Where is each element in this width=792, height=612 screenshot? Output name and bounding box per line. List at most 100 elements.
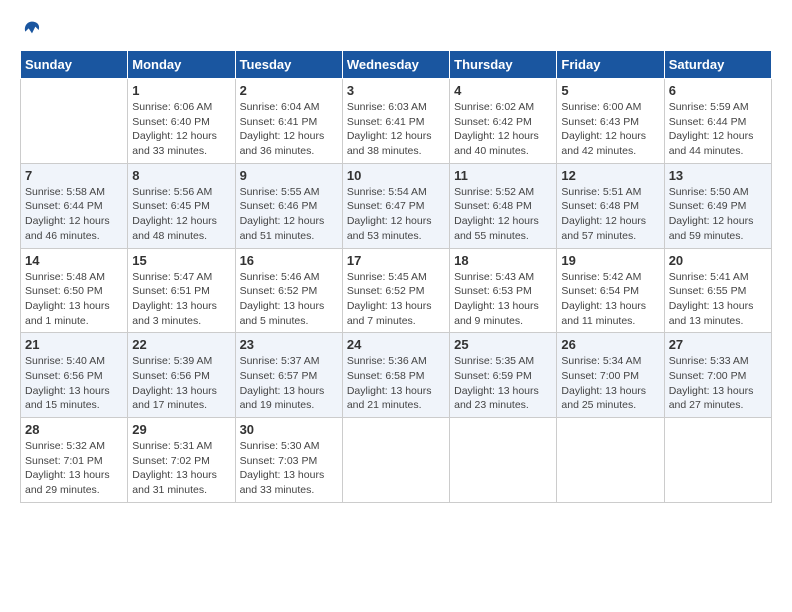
day-info: Sunrise: 5:47 AM Sunset: 6:51 PM Dayligh… xyxy=(132,270,230,329)
calendar-cell: 24Sunrise: 5:36 AM Sunset: 6:58 PM Dayli… xyxy=(342,333,449,418)
calendar-cell xyxy=(557,418,664,503)
day-info: Sunrise: 6:03 AM Sunset: 6:41 PM Dayligh… xyxy=(347,100,445,159)
calendar-cell: 15 Sunrise: 5:47 AM Sunset: 6:51 PM Dayli… xyxy=(128,248,235,333)
calendar-cell: 18 Sunrise: 5:43 AM Sunset: 6:53 PM Dayli… xyxy=(450,248,557,333)
day-number: 13 xyxy=(669,168,767,183)
calendar-cell: 6 Sunrise: 5:59 AM Sunset: 6:44 PM Daylig… xyxy=(664,79,771,164)
calendar-week-row: 28Sunrise: 5:32 AM Sunset: 7:01 PM Dayli… xyxy=(21,418,772,503)
calendar-cell: 28Sunrise: 5:32 AM Sunset: 7:01 PM Dayli… xyxy=(21,418,128,503)
day-info: Sunrise: 5:33 AM Sunset: 7:00 PM Dayligh… xyxy=(669,354,767,413)
day-number: 15 xyxy=(132,253,230,268)
day-info: Sunrise: 5:35 AM Sunset: 6:59 PM Dayligh… xyxy=(454,354,552,413)
day-number: 10 xyxy=(347,168,445,183)
day-number: 27 xyxy=(669,337,767,352)
day-info: Sunrise: 6:02 AM Sunset: 6:42 PM Dayligh… xyxy=(454,100,552,159)
calendar-table: SundayMondayTuesdayWednesdayThursdayFrid… xyxy=(20,50,772,503)
day-info: Sunrise: 5:58 AM Sunset: 6:44 PM Dayligh… xyxy=(25,185,123,244)
day-number: 9 xyxy=(240,168,338,183)
calendar-cell: 16 Sunrise: 5:46 AM Sunset: 6:52 PM Dayli… xyxy=(235,248,342,333)
day-number: 6 xyxy=(669,83,767,98)
calendar-cell: 10Sunrise: 5:54 AM Sunset: 6:47 PM Dayli… xyxy=(342,163,449,248)
day-info: Sunrise: 5:39 AM Sunset: 6:56 PM Dayligh… xyxy=(132,354,230,413)
weekday-header-row: SundayMondayTuesdayWednesdayThursdayFrid… xyxy=(21,51,772,79)
logo xyxy=(20,20,42,40)
day-number: 30 xyxy=(240,422,338,437)
weekday-header-thursday: Thursday xyxy=(450,51,557,79)
day-number: 1 xyxy=(132,83,230,98)
day-number: 5 xyxy=(561,83,659,98)
page: SundayMondayTuesdayWednesdayThursdayFrid… xyxy=(0,0,792,513)
calendar-cell: 26Sunrise: 5:34 AM Sunset: 7:00 PM Dayli… xyxy=(557,333,664,418)
day-info: Sunrise: 6:00 AM Sunset: 6:43 PM Dayligh… xyxy=(561,100,659,159)
calendar-week-row: 7 Sunrise: 5:58 AM Sunset: 6:44 PM Daylig… xyxy=(21,163,772,248)
day-info: Sunrise: 5:41 AM Sunset: 6:55 PM Dayligh… xyxy=(669,270,767,329)
day-info: Sunrise: 5:32 AM Sunset: 7:01 PM Dayligh… xyxy=(25,439,123,498)
day-number: 3 xyxy=(347,83,445,98)
day-info: Sunrise: 6:06 AM Sunset: 6:40 PM Dayligh… xyxy=(132,100,230,159)
calendar-cell: 14 Sunrise: 5:48 AM Sunset: 6:50 PM Dayli… xyxy=(21,248,128,333)
day-number: 22 xyxy=(132,337,230,352)
day-info: Sunrise: 5:36 AM Sunset: 6:58 PM Dayligh… xyxy=(347,354,445,413)
calendar-cell: 22 Sunrise: 5:39 AM Sunset: 6:56 PM Dayli… xyxy=(128,333,235,418)
header xyxy=(20,20,772,40)
calendar-cell: 7 Sunrise: 5:58 AM Sunset: 6:44 PM Daylig… xyxy=(21,163,128,248)
day-number: 19 xyxy=(561,253,659,268)
weekday-header-friday: Friday xyxy=(557,51,664,79)
day-number: 26 xyxy=(561,337,659,352)
calendar-cell: 17 Sunrise: 5:45 AM Sunset: 6:52 PM Dayli… xyxy=(342,248,449,333)
day-number: 7 xyxy=(25,168,123,183)
calendar-cell: 20 Sunrise: 5:41 AM Sunset: 6:55 PM Dayli… xyxy=(664,248,771,333)
day-info: Sunrise: 6:04 AM Sunset: 6:41 PM Dayligh… xyxy=(240,100,338,159)
day-info: Sunrise: 5:45 AM Sunset: 6:52 PM Dayligh… xyxy=(347,270,445,329)
day-number: 4 xyxy=(454,83,552,98)
calendar-cell xyxy=(342,418,449,503)
calendar-cell xyxy=(21,79,128,164)
day-number: 18 xyxy=(454,253,552,268)
calendar-week-row: 21Sunrise: 5:40 AM Sunset: 6:56 PM Dayli… xyxy=(21,333,772,418)
calendar-cell xyxy=(450,418,557,503)
day-info: Sunrise: 5:56 AM Sunset: 6:45 PM Dayligh… xyxy=(132,185,230,244)
day-number: 29 xyxy=(132,422,230,437)
day-info: Sunrise: 5:52 AM Sunset: 6:48 PM Dayligh… xyxy=(454,185,552,244)
day-number: 20 xyxy=(669,253,767,268)
day-info: Sunrise: 5:59 AM Sunset: 6:44 PM Dayligh… xyxy=(669,100,767,159)
day-number: 11 xyxy=(454,168,552,183)
calendar-cell: 12 Sunrise: 5:51 AM Sunset: 6:48 PM Dayli… xyxy=(557,163,664,248)
calendar-cell: 11 Sunrise: 5:52 AM Sunset: 6:48 PM Dayli… xyxy=(450,163,557,248)
weekday-header-saturday: Saturday xyxy=(664,51,771,79)
day-number: 25 xyxy=(454,337,552,352)
calendar-cell: 23 Sunrise: 5:37 AM Sunset: 6:57 PM Dayli… xyxy=(235,333,342,418)
calendar-cell: 19 Sunrise: 5:42 AM Sunset: 6:54 PM Dayli… xyxy=(557,248,664,333)
calendar-cell: 25 Sunrise: 5:35 AM Sunset: 6:59 PM Dayli… xyxy=(450,333,557,418)
weekday-header-tuesday: Tuesday xyxy=(235,51,342,79)
day-info: Sunrise: 5:43 AM Sunset: 6:53 PM Dayligh… xyxy=(454,270,552,329)
calendar-week-row: 14 Sunrise: 5:48 AM Sunset: 6:50 PM Dayli… xyxy=(21,248,772,333)
calendar-cell: 9 Sunrise: 5:55 AM Sunset: 6:46 PM Daylig… xyxy=(235,163,342,248)
day-info: Sunrise: 5:46 AM Sunset: 6:52 PM Dayligh… xyxy=(240,270,338,329)
day-info: Sunrise: 5:48 AM Sunset: 6:50 PM Dayligh… xyxy=(25,270,123,329)
day-number: 17 xyxy=(347,253,445,268)
day-number: 14 xyxy=(25,253,123,268)
calendar-week-row: 1 Sunrise: 6:06 AM Sunset: 6:40 PM Daylig… xyxy=(21,79,772,164)
day-number: 2 xyxy=(240,83,338,98)
day-info: Sunrise: 5:37 AM Sunset: 6:57 PM Dayligh… xyxy=(240,354,338,413)
day-info: Sunrise: 5:55 AM Sunset: 6:46 PM Dayligh… xyxy=(240,185,338,244)
calendar-cell: 8 Sunrise: 5:56 AM Sunset: 6:45 PM Daylig… xyxy=(128,163,235,248)
logo-icon xyxy=(22,20,42,40)
calendar-cell: 3 Sunrise: 6:03 AM Sunset: 6:41 PM Daylig… xyxy=(342,79,449,164)
calendar-cell: 5 Sunrise: 6:00 AM Sunset: 6:43 PM Daylig… xyxy=(557,79,664,164)
day-number: 23 xyxy=(240,337,338,352)
calendar-cell: 21Sunrise: 5:40 AM Sunset: 6:56 PM Dayli… xyxy=(21,333,128,418)
day-info: Sunrise: 5:51 AM Sunset: 6:48 PM Dayligh… xyxy=(561,185,659,244)
calendar-cell: 30 Sunrise: 5:30 AM Sunset: 7:03 PM Dayli… xyxy=(235,418,342,503)
calendar-cell: 4 Sunrise: 6:02 AM Sunset: 6:42 PM Daylig… xyxy=(450,79,557,164)
day-number: 8 xyxy=(132,168,230,183)
day-info: Sunrise: 5:50 AM Sunset: 6:49 PM Dayligh… xyxy=(669,185,767,244)
day-info: Sunrise: 5:42 AM Sunset: 6:54 PM Dayligh… xyxy=(561,270,659,329)
day-number: 21 xyxy=(25,337,123,352)
calendar-cell: 13 Sunrise: 5:50 AM Sunset: 6:49 PM Dayli… xyxy=(664,163,771,248)
day-number: 12 xyxy=(561,168,659,183)
day-number: 16 xyxy=(240,253,338,268)
weekday-header-monday: Monday xyxy=(128,51,235,79)
day-info: Sunrise: 5:30 AM Sunset: 7:03 PM Dayligh… xyxy=(240,439,338,498)
